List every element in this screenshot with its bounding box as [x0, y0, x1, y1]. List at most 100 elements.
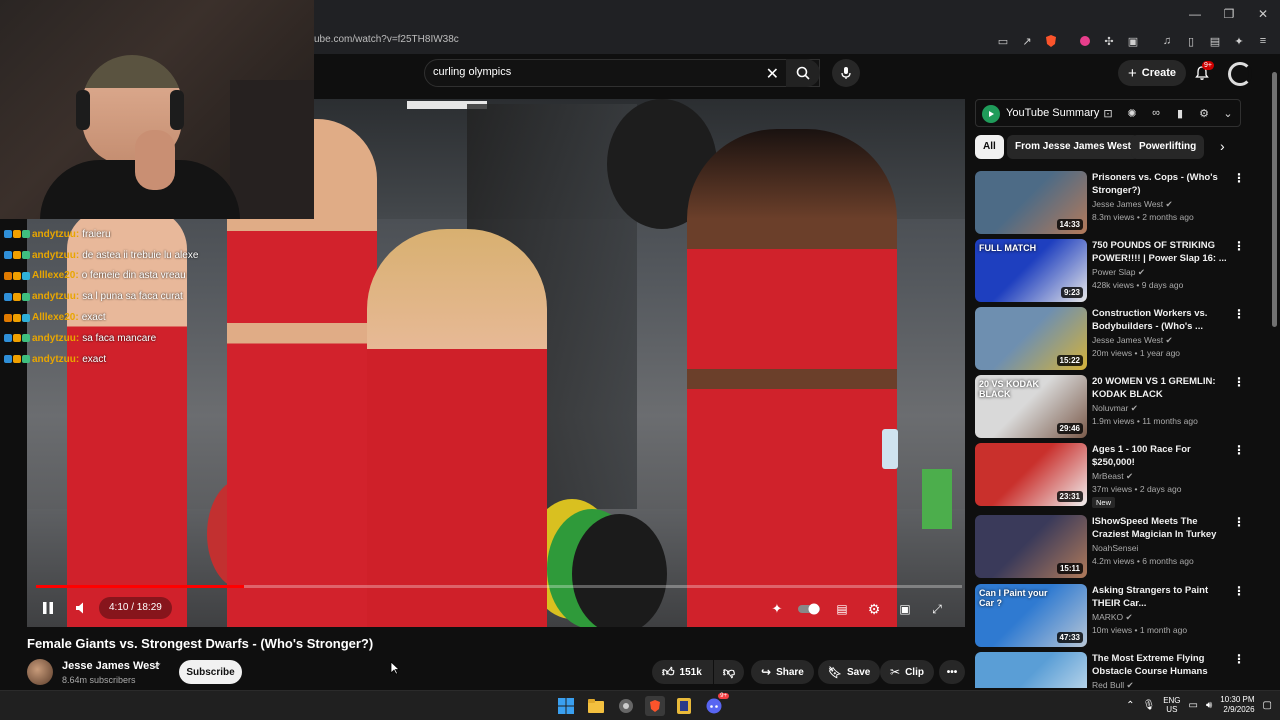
language-indicator[interactable]: ENG US	[1163, 696, 1180, 714]
video-thumbnail[interactable]	[975, 652, 1087, 688]
extension-pink-icon[interactable]	[1076, 32, 1094, 50]
recommended-channel-name[interactable]: Jesse James West ✔	[1092, 335, 1173, 346]
miniplayer-button[interactable]: ▣	[895, 599, 915, 619]
subtitles-button[interactable]: ▤	[832, 599, 852, 619]
puzzle-extensions-icon[interactable]: ✣	[1100, 32, 1118, 50]
video-thumbnail[interactable]: Can I Paint your Car ? 47:33	[975, 584, 1087, 647]
discord-app[interactable]: 9+	[704, 693, 729, 716]
clear-search-icon[interactable]: ✕	[766, 64, 779, 84]
video-thumbnail[interactable]: 15:22	[975, 307, 1087, 370]
recommended-channel-name[interactable]: MrBeast ✔	[1092, 471, 1133, 482]
account-avatar[interactable]	[1228, 62, 1252, 86]
scrollbar-thumb[interactable]	[1272, 72, 1277, 327]
more-vertical-icon[interactable]: ⋮	[1233, 239, 1245, 253]
cast-icon[interactable]: ▭	[994, 32, 1012, 50]
recommended-video-title[interactable]: 750 POUNDS OF STRIKING POWER!!!! | Power…	[1092, 239, 1232, 265]
recommended-video-title[interactable]: Prisoners vs. Cops - (Who's Stronger?)	[1092, 171, 1232, 197]
video-thumbnail[interactable]: 15:11	[975, 515, 1087, 578]
chip-powerlifting[interactable]: Powerlifting	[1131, 135, 1205, 159]
network-icon[interactable]: ▭	[1189, 700, 1198, 711]
recommended-channel-name[interactable]: Red Bull ✔	[1092, 680, 1134, 688]
more-vertical-icon[interactable]: ⋮	[1233, 375, 1245, 389]
more-actions-button[interactable]: •••	[939, 660, 965, 684]
recommended-video[interactable]: 23:31 Ages 1 - 100 Race For $250,000! MrBe…	[975, 443, 1245, 508]
more-vertical-icon[interactable]: ⋮	[1233, 171, 1245, 185]
video-thumbnail[interactable]: 23:31	[975, 443, 1087, 506]
recommended-video-title[interactable]: Construction Workers vs. Bodybuilders - …	[1092, 307, 1232, 333]
recommended-channel-name[interactable]: Noluvmar ✔	[1092, 403, 1138, 414]
channel-avatar[interactable]	[27, 659, 53, 685]
fullscreen-button[interactable]: ⤢	[927, 599, 947, 619]
recommended-channel-name[interactable]: MARKO ✔	[1092, 612, 1133, 623]
settings-button[interactable]: ⚙	[864, 599, 884, 619]
chip-from-channel[interactable]: From Jesse James West	[1007, 135, 1139, 159]
recommended-video[interactable]: Can I Paint your Car ? 47:33 Asking Strang…	[975, 584, 1245, 648]
ai-sparkle-button[interactable]: ✦	[767, 599, 787, 619]
save-button[interactable]: 🔖︎ Save	[818, 660, 881, 684]
chevron-up-icon[interactable]: ⌃	[1126, 700, 1134, 711]
create-button[interactable]: + Create	[1118, 60, 1187, 86]
video-progress-bar[interactable]	[36, 585, 962, 588]
subscribe-button[interactable]: Subscribe	[179, 660, 242, 684]
more-vertical-icon[interactable]: ⋮	[1233, 443, 1245, 457]
volume-button[interactable]	[73, 599, 91, 617]
recommended-video-title[interactable]: Asking Strangers to Paint THEIR Car...	[1092, 584, 1232, 610]
autoplay-toggle[interactable]	[797, 599, 823, 619]
brave-app[interactable]	[645, 696, 665, 716]
recommended-video[interactable]: 15:11 IShowSpeed Meets The Craziest Magic…	[975, 515, 1245, 579]
dislike-button[interactable]: 👎︎	[714, 660, 744, 684]
summary-settings-icon[interactable]: ⚙	[1196, 105, 1212, 121]
restore-icon[interactable]: ❐	[1212, 0, 1246, 28]
recommended-video[interactable]: FULL MATCH 9:23 750 POUNDS OF STRIKING POW…	[975, 239, 1245, 303]
recommended-channel-name[interactable]: NoahSensei	[1092, 543, 1138, 553]
notification-center-icon[interactable]: ▢	[1263, 700, 1272, 711]
notes-app[interactable]	[674, 696, 694, 716]
more-vertical-icon[interactable]: ⋮	[1233, 307, 1245, 321]
video-thumbnail[interactable]: FULL MATCH 9:23	[975, 239, 1087, 302]
start-button[interactable]	[556, 696, 576, 716]
chevron-right-icon[interactable]: ›	[1220, 138, 1225, 154]
extension-box-icon[interactable]: ▣	[1124, 32, 1142, 50]
more-vertical-icon[interactable]: ⋮	[1233, 652, 1245, 666]
brave-shield-icon[interactable]	[1042, 32, 1060, 50]
url-field[interactable]: ube.com/watch?v=f25TH8IW38c	[314, 34, 459, 45]
more-vertical-icon[interactable]: ⋮	[1233, 584, 1245, 598]
recommended-video-title[interactable]: IShowSpeed Meets The Craziest Magician I…	[1092, 515, 1232, 541]
search-button[interactable]	[786, 59, 820, 87]
recommended-video-title[interactable]: The Most Extreme Flying Obstacle Course …	[1092, 652, 1232, 678]
more-vertical-icon[interactable]: ⋮	[1233, 515, 1245, 529]
recommended-video[interactable]: 14:33 Prisoners vs. Cops - (Who's Stronge…	[975, 171, 1245, 235]
channel-name[interactable]: Jesse James West	[62, 660, 159, 672]
recommended-channel-name[interactable]: Power Slap ✔	[1092, 267, 1145, 278]
scrollbar[interactable]	[1271, 60, 1278, 680]
recommended-video[interactable]: The Most Extreme Flying Obstacle Course …	[975, 652, 1245, 688]
browser-menu-icon[interactable]: ≡	[1254, 32, 1272, 50]
close-window-icon[interactable]: ✕	[1246, 0, 1280, 28]
media-controls-icon[interactable]: ♫	[1158, 32, 1176, 50]
openai-icon[interactable]: ✺	[1124, 105, 1140, 121]
infinity-icon[interactable]: ∞	[1148, 105, 1164, 121]
video-thumbnail[interactable]: 14:33	[975, 171, 1087, 234]
sidebar-toggle-icon[interactable]: ▯	[1182, 32, 1200, 50]
robot-icon[interactable]: ⊡	[1100, 105, 1116, 121]
chevron-down-icon[interactable]: ⌄	[1220, 105, 1236, 121]
video-thumbnail[interactable]: 20 VS KODAK BLACK 29:46	[975, 375, 1087, 438]
voice-search-button[interactable]	[832, 59, 860, 87]
search-input[interactable]	[433, 66, 753, 78]
recommended-channel-name[interactable]: Jesse James West ✔	[1092, 199, 1173, 210]
system-clock[interactable]: 10:30 PM 2/9/2026	[1220, 695, 1254, 715]
like-button[interactable]: 👍︎ 151k	[652, 660, 713, 684]
file-explorer-app[interactable]	[586, 696, 606, 716]
microphone-tray-icon[interactable]: 🎙︎	[1142, 700, 1155, 711]
share-button[interactable]: ↪ Share	[751, 660, 814, 684]
chrome-app[interactable]	[616, 696, 636, 716]
recommended-video-title[interactable]: 20 WOMEN VS 1 GREMLIN: KODAK BLACK	[1092, 375, 1232, 401]
recommended-video-title[interactable]: Ages 1 - 100 Race For $250,000!	[1092, 443, 1232, 469]
audio-wave-icon[interactable]: ▮	[1172, 105, 1188, 121]
chip-all[interactable]: All	[975, 135, 1004, 159]
recommended-video[interactable]: 15:22 Construction Workers vs. Bodybuilde…	[975, 307, 1245, 371]
leo-ai-icon[interactable]: ✦	[1230, 32, 1248, 50]
minimize-icon[interactable]: —	[1178, 0, 1212, 28]
share-page-icon[interactable]: ↗	[1018, 32, 1036, 50]
recommended-video[interactable]: 20 VS KODAK BLACK 29:46 20 WOMEN VS 1 GREM…	[975, 375, 1245, 439]
